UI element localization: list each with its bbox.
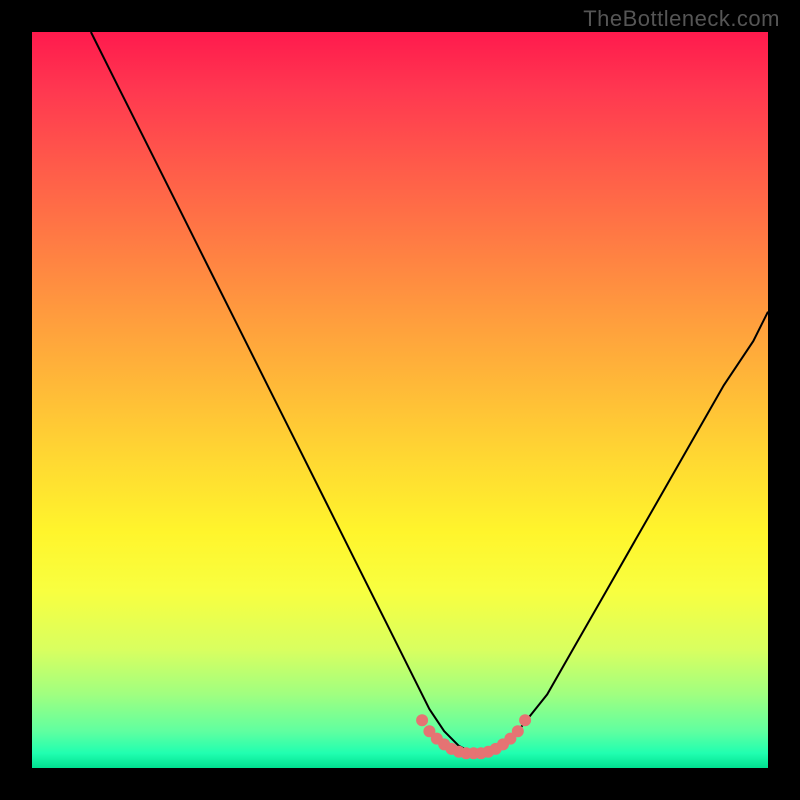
chart-container: TheBottleneck.com (0, 0, 800, 800)
curve-svg (32, 32, 768, 768)
watermark-text: TheBottleneck.com (583, 6, 780, 32)
plot-area (32, 32, 768, 768)
optimal-range-dots (416, 714, 531, 759)
bottleneck-curve (91, 32, 768, 753)
